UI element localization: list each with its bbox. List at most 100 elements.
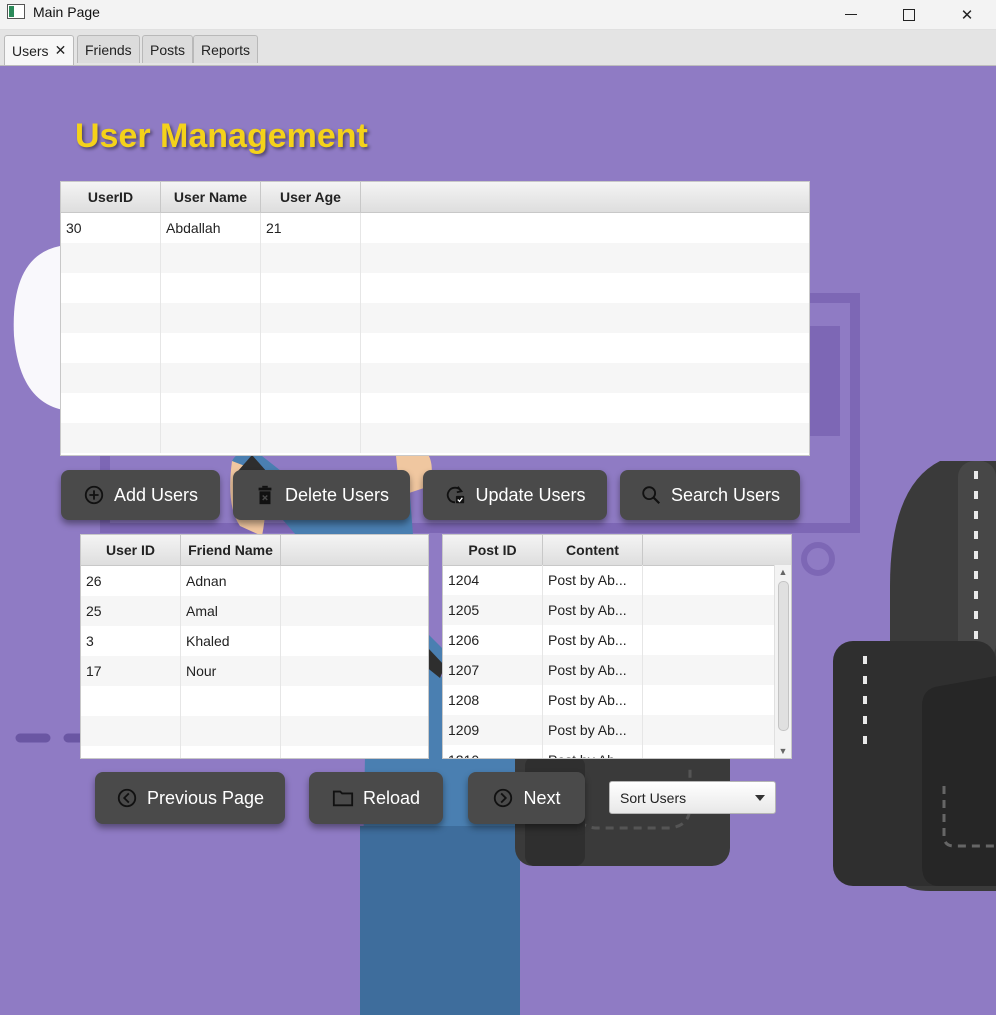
tab-label: Users [12, 42, 49, 59]
posts-scrollbar[interactable]: ▲ ▼ [774, 565, 791, 758]
column-header-userid[interactable]: UserID [61, 182, 161, 212]
table-row[interactable]: 1208 Post by Ab... [443, 685, 775, 715]
cell-filler [281, 596, 428, 626]
scrollbar-thumb[interactable] [778, 581, 789, 731]
column-header-userid[interactable]: User ID [81, 535, 181, 565]
table-row[interactable]: 1210 Post by Ab... [443, 745, 775, 758]
sort-users-dropdown[interactable]: Sort Users [609, 781, 776, 814]
empty-row [61, 423, 809, 453]
empty-row [61, 243, 809, 273]
reload-button[interactable]: Reload [309, 772, 443, 824]
cell-content: Post by Ab... [543, 745, 643, 758]
delete-users-button[interactable]: Delete Users [233, 470, 410, 520]
cell-userid: 30 [61, 213, 161, 243]
table-header: User ID Friend Name [81, 535, 428, 566]
table-body: 1204 Post by Ab... 1205 Post by Ab... 12… [443, 565, 775, 758]
empty-row [61, 273, 809, 303]
column-header-friendname[interactable]: Friend Name [181, 535, 281, 565]
cell-userage: 21 [261, 213, 361, 243]
tab-users[interactable]: Users ✕ [4, 35, 75, 65]
tab-posts[interactable]: Posts [142, 35, 194, 63]
scroll-up-arrow-icon[interactable]: ▲ [775, 565, 791, 579]
cell-filler [643, 595, 775, 625]
cell-filler [281, 626, 428, 656]
cell-userid: 26 [81, 566, 181, 596]
table-row[interactable]: 25 Amal [81, 596, 428, 626]
cell-postid: 1206 [443, 625, 543, 655]
table-row[interactable]: 1206 Post by Ab... [443, 625, 775, 655]
tab-bar: Users ✕ Friends Posts Reports [0, 30, 996, 66]
cell-filler [643, 745, 775, 758]
tab-friends[interactable]: Friends [77, 35, 140, 63]
scroll-down-arrow-icon[interactable]: ▼ [775, 744, 791, 758]
maximize-button[interactable] [880, 0, 938, 29]
refresh-check-icon [447, 486, 465, 504]
button-label: Reload [362, 787, 421, 808]
empty-row [61, 363, 809, 393]
table-body: 30 Abdallah 21 [61, 213, 809, 453]
cell-filler [361, 213, 809, 243]
friends-table[interactable]: User ID Friend Name 26 Adnan 25 Amal 3 K… [80, 534, 429, 759]
cell-filler [643, 625, 775, 655]
cell-content: Post by Ab... [543, 565, 643, 595]
cell-userid: 25 [81, 596, 181, 626]
table-row[interactable]: 17 Nour [81, 656, 428, 686]
close-tab-icon[interactable]: ✕ [55, 42, 67, 59]
cell-filler [281, 656, 428, 686]
cell-filler [281, 566, 428, 596]
window-titlebar: Main Page ✕ [0, 0, 996, 30]
minimize-button[interactable] [822, 0, 880, 29]
empty-row [61, 393, 809, 423]
button-label: Add Users [113, 484, 199, 505]
cell-friendname: Nour [181, 656, 281, 686]
add-users-button[interactable]: Add Users [61, 470, 220, 520]
cell-postid: 1208 [443, 685, 543, 715]
minimize-icon [845, 14, 857, 15]
tab-reports[interactable]: Reports [193, 35, 259, 63]
cell-content: Post by Ab... [543, 595, 643, 625]
folder-icon [332, 790, 354, 807]
search-users-button[interactable]: Search Users [620, 470, 800, 520]
table-row[interactable]: 1207 Post by Ab... [443, 655, 775, 685]
main-content: User Management UserID User Name User Ag… [0, 66, 996, 1015]
cell-content: Post by Ab... [543, 625, 643, 655]
column-header-userage[interactable]: User Age [261, 182, 361, 212]
cell-filler [643, 565, 775, 595]
empty-row [61, 333, 809, 363]
cell-username: Abdallah [161, 213, 261, 243]
column-header-postid[interactable]: Post ID [443, 535, 543, 565]
close-window-button[interactable]: ✕ [938, 0, 996, 29]
cell-postid: 1204 [443, 565, 543, 595]
app-icon [7, 4, 25, 19]
update-users-button[interactable]: Update Users [423, 470, 607, 520]
table-row[interactable]: 1204 Post by Ab... [443, 565, 775, 595]
table-row[interactable]: 3 Khaled [81, 626, 428, 656]
chevron-down-icon [755, 795, 765, 801]
users-table[interactable]: UserID User Name User Age 30 Abdallah 21 [60, 181, 810, 456]
tab-label: Posts [150, 41, 186, 58]
cell-postid: 1205 [443, 595, 543, 625]
cell-friendname: Khaled [181, 626, 281, 656]
table-row[interactable]: 1209 Post by Ab... [443, 715, 775, 745]
table-row[interactable]: 26 Adnan [81, 566, 428, 596]
column-header-filler [281, 535, 428, 565]
cell-postid: 1209 [443, 715, 543, 745]
table-row[interactable]: 30 Abdallah 21 [61, 213, 809, 243]
chevron-left-circle-icon [117, 788, 137, 808]
column-header-content[interactable]: Content [543, 535, 643, 565]
button-label: Previous Page [146, 787, 265, 808]
plus-circle-icon [84, 485, 104, 505]
window-title: Main Page [33, 4, 100, 20]
trash-icon [258, 485, 272, 505]
cell-userid: 17 [81, 656, 181, 686]
column-header-username[interactable]: User Name [161, 182, 261, 212]
posts-table[interactable]: Post ID Content 1204 Post by Ab... 1205 … [442, 534, 792, 759]
previous-page-button[interactable]: Previous Page [95, 772, 285, 824]
tab-label: Reports [201, 41, 251, 58]
table-body: 26 Adnan 25 Amal 3 Khaled 17 Nour [81, 566, 428, 758]
next-button[interactable]: Next [468, 772, 585, 824]
table-row[interactable]: 1205 Post by Ab... [443, 595, 775, 625]
search-icon [642, 486, 660, 505]
column-header-filler [643, 535, 791, 565]
empty-row [81, 716, 428, 746]
